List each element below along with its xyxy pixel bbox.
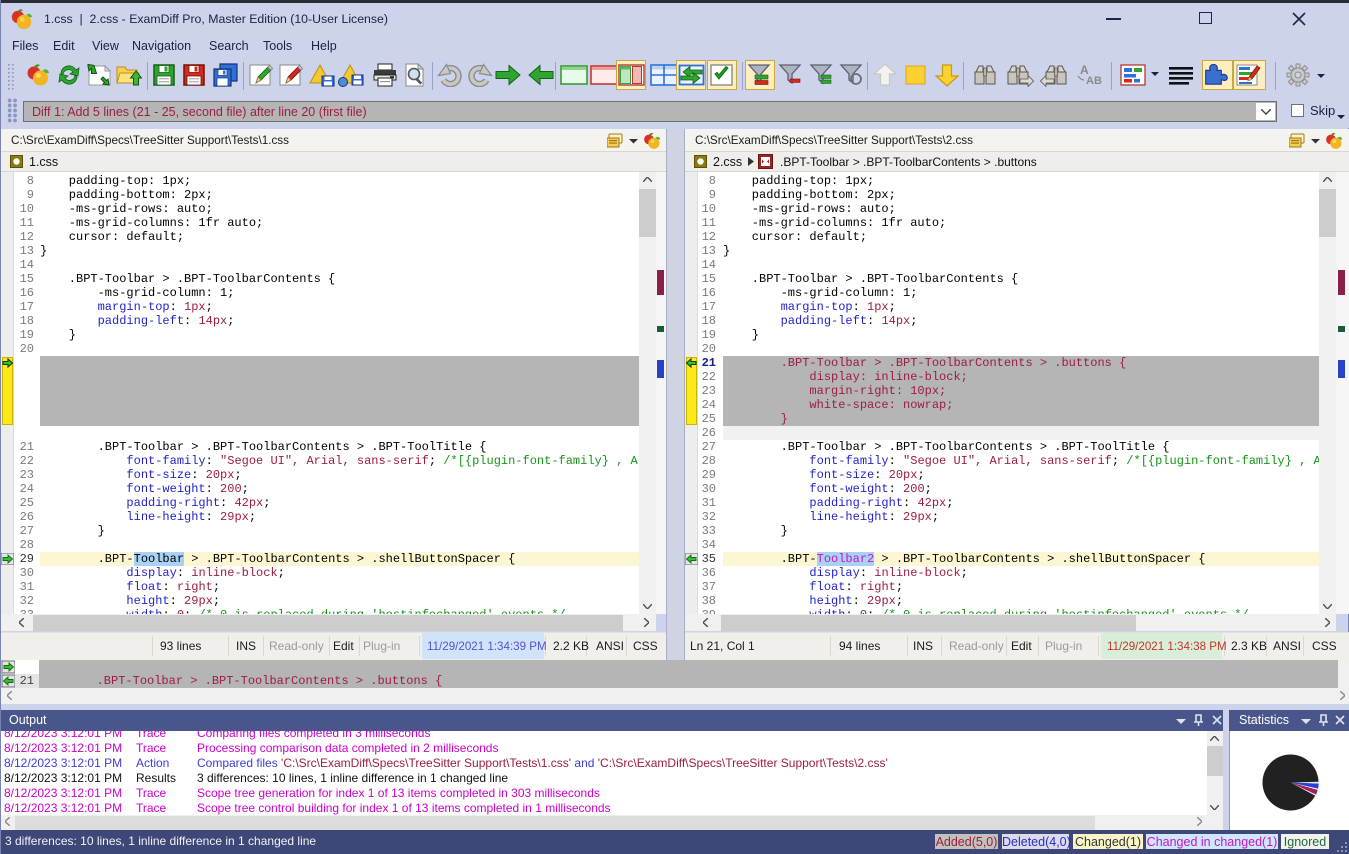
svg-text:AB: AB	[1086, 75, 1102, 87]
